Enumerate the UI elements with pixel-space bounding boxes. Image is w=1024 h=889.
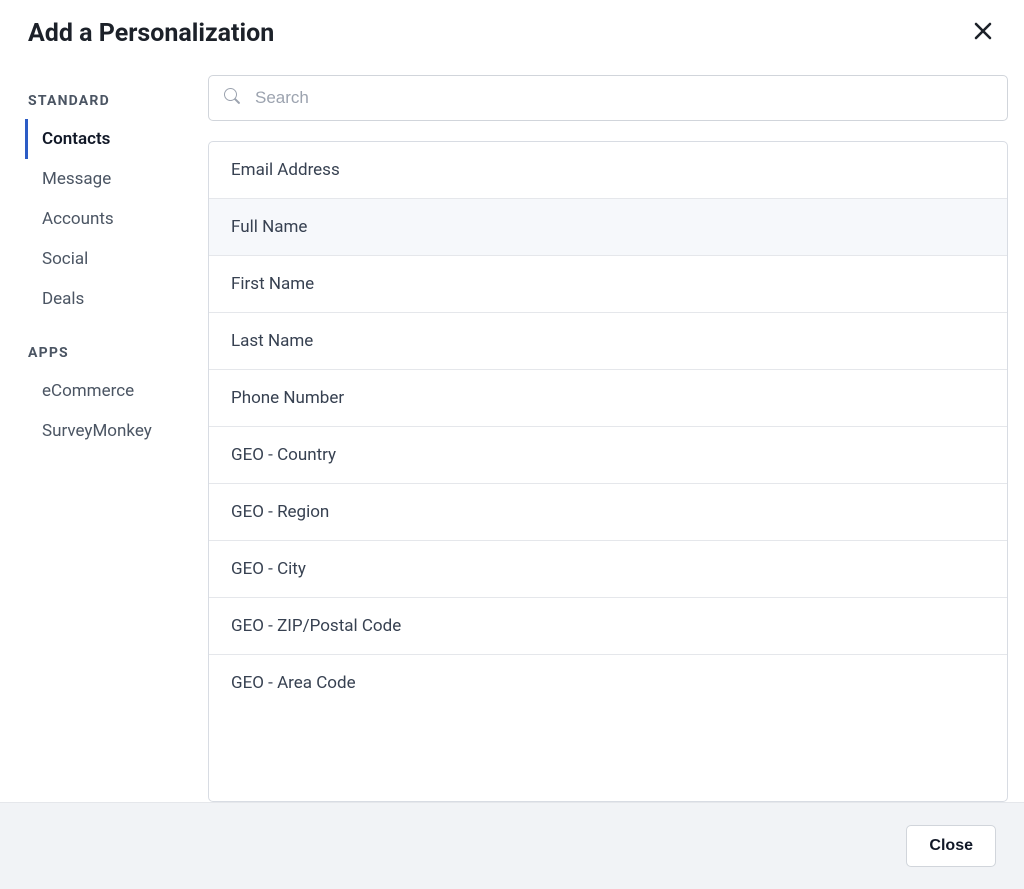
list-item[interactable]: Email Address — [209, 142, 1007, 199]
sidebar-item-accounts[interactable]: Accounts — [25, 199, 198, 239]
list-item[interactable]: GEO - Country — [209, 427, 1007, 484]
list-item[interactable]: First Name — [209, 256, 1007, 313]
modal-body: STANDARD ContactsMessageAccountsSocialDe… — [0, 61, 1024, 802]
list-item[interactable]: Phone Number — [209, 370, 1007, 427]
personalization-list[interactable]: Email AddressFull NameFirst NameLast Nam… — [208, 141, 1008, 802]
sidebar-item-ecommerce[interactable]: eCommerce — [25, 371, 198, 411]
sidebar-list-apps: eCommerceSurveyMonkey — [28, 371, 198, 451]
list-item[interactable]: Last Name — [209, 313, 1007, 370]
sidebar-heading-standard: STANDARD — [28, 93, 198, 109]
sidebar-item-contacts[interactable]: Contacts — [25, 119, 198, 159]
sidebar-list-standard: ContactsMessageAccountsSocialDeals — [28, 119, 198, 319]
search-input[interactable] — [208, 75, 1008, 121]
list-item[interactable]: GEO - Region — [209, 484, 1007, 541]
search-wrap — [208, 75, 1008, 121]
list-item[interactable]: GEO - Area Code — [209, 655, 1007, 711]
sidebar: STANDARD ContactsMessageAccountsSocialDe… — [28, 61, 208, 802]
personalization-modal: Add a Personalization STANDARD ContactsM… — [0, 0, 1024, 889]
modal-footer: Close — [0, 802, 1024, 889]
modal-title: Add a Personalization — [28, 19, 274, 48]
sidebar-heading-apps: APPS — [28, 345, 198, 361]
sidebar-item-surveymonkey[interactable]: SurveyMonkey — [25, 411, 198, 451]
sidebar-item-deals[interactable]: Deals — [25, 279, 198, 319]
close-icon[interactable] — [970, 18, 996, 49]
list-item[interactable]: GEO - ZIP/Postal Code — [209, 598, 1007, 655]
main-panel: Email AddressFull NameFirst NameLast Nam… — [208, 61, 1014, 802]
sidebar-item-message[interactable]: Message — [25, 159, 198, 199]
list-item[interactable]: Full Name — [209, 199, 1007, 256]
list-item[interactable]: GEO - City — [209, 541, 1007, 598]
close-button[interactable]: Close — [906, 825, 996, 867]
modal-header: Add a Personalization — [0, 0, 1024, 61]
sidebar-item-social[interactable]: Social — [25, 239, 198, 279]
